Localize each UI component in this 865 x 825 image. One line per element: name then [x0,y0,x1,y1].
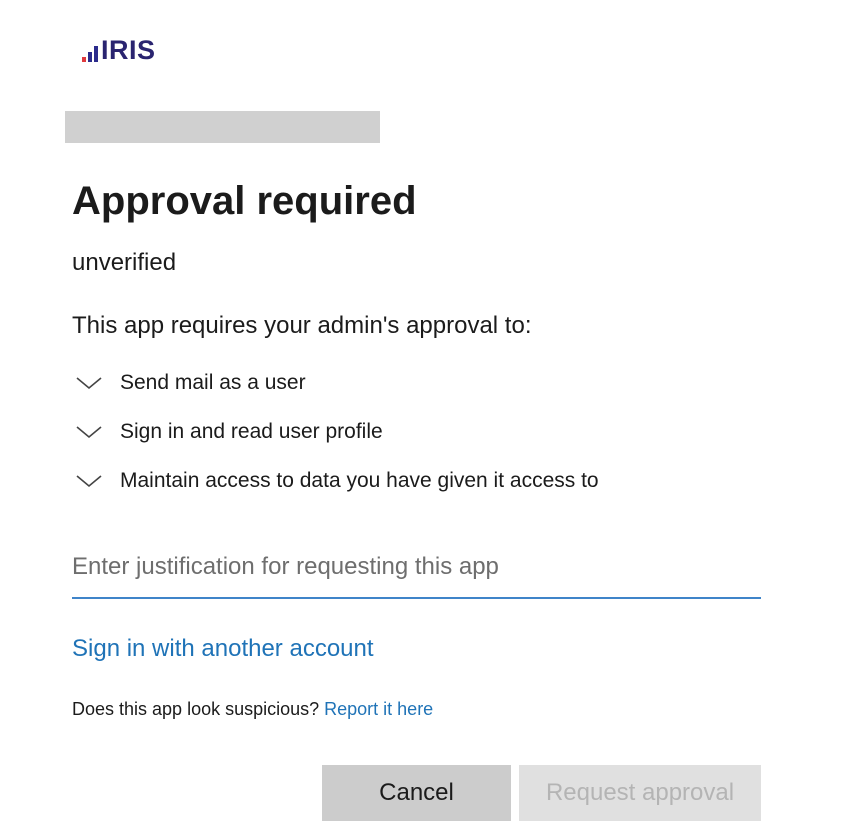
logo-bars-icon [82,46,98,62]
permission-item-send-mail[interactable]: Send mail as a user [72,358,599,407]
publisher-status: unverified [72,249,177,276]
permissions-intro: This app requires your admin's approval … [72,312,532,339]
iris-logo: IRIS [82,35,156,65]
report-it-here-link[interactable]: Report it here [324,699,433,719]
sign-in-another-account-link[interactable]: Sign in with another account [72,633,374,665]
permission-label: Maintain access to data you have given i… [120,468,599,492]
chevron-down-icon [72,471,106,491]
permissions-list: Send mail as a user Sign in and read use… [72,358,599,505]
page-title: Approval required [72,179,417,223]
permission-label: Send mail as a user [120,370,306,394]
justification-input[interactable] [72,537,761,599]
account-identifier-redacted [65,111,380,143]
suspicious-question: Does this app look suspicious? [72,699,325,719]
logo-text: IRIS [101,35,156,65]
permission-item-maintain-access[interactable]: Maintain access to data you have given i… [72,456,599,505]
cancel-button[interactable]: Cancel [322,765,511,821]
request-approval-button[interactable]: Request approval [519,765,761,821]
chevron-down-icon [72,373,106,393]
suspicious-app-prompt: Does this app look suspicious? Report it… [72,697,433,721]
permission-label: Sign in and read user profile [120,419,383,443]
permission-item-read-profile[interactable]: Sign in and read user profile [72,407,599,456]
chevron-down-icon [72,422,106,442]
